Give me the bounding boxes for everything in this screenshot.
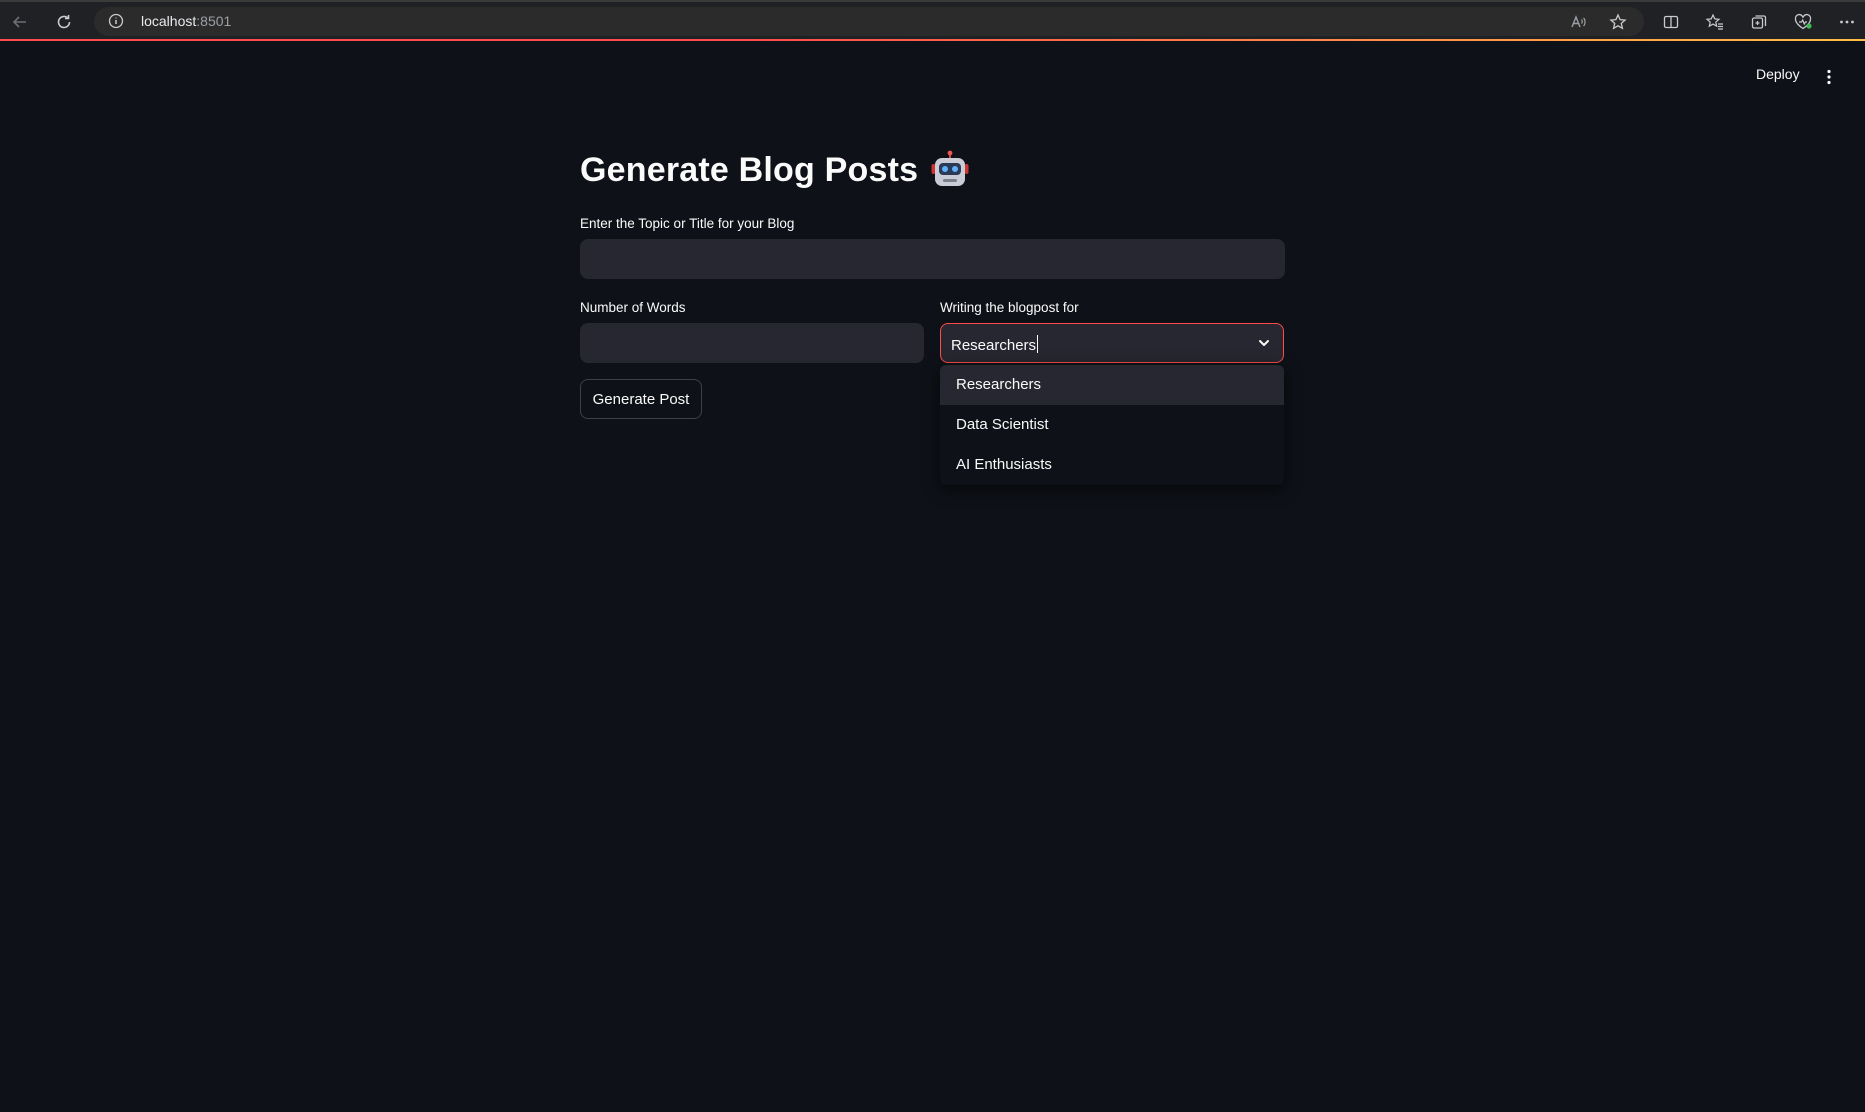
audience-selected-value[interactable]: Researchers [951, 335, 1039, 354]
audience-label: Writing the blogpost for [940, 300, 1079, 315]
split-screen-icon[interactable] [1660, 11, 1682, 33]
main-menu-icon[interactable] [1820, 66, 1838, 88]
browser-essentials-icon[interactable] [1792, 11, 1814, 33]
words-label: Number of Words [580, 300, 686, 315]
browser-toolbar: localhost:8501 [0, 0, 1865, 41]
dropdown-option-data-scientist[interactable]: Data Scientist [940, 405, 1284, 445]
info-icon[interactable] [108, 13, 124, 29]
dropdown-option-ai-enthusiasts[interactable]: AI Enthusiasts [940, 445, 1284, 485]
refresh-icon[interactable] [52, 10, 76, 34]
address-bar[interactable]: localhost:8501 [94, 7, 1644, 36]
collections-icon[interactable] [1748, 11, 1770, 33]
more-options-icon[interactable] [1836, 11, 1858, 33]
page-title: Generate Blog Posts [580, 150, 970, 190]
audience-dropdown-menu: Researchers Data Scientist AI Enthusiast… [940, 365, 1284, 485]
generate-post-button[interactable]: Generate Post [580, 379, 702, 419]
words-input[interactable] [580, 323, 924, 363]
url-text: localhost:8501 [141, 13, 232, 29]
page-title-text: Generate Blog Posts [580, 150, 919, 189]
topic-label: Enter the Topic or Title for your Blog [580, 216, 795, 231]
audience-select[interactable]: Researchers [940, 323, 1284, 363]
chevron-down-icon[interactable] [1255, 334, 1273, 352]
dropdown-option-researchers[interactable]: Researchers [940, 365, 1284, 405]
loading-bar [0, 39, 1865, 41]
read-aloud-icon[interactable] [1568, 12, 1588, 32]
favorites-icon[interactable] [1704, 11, 1726, 33]
topic-input[interactable] [580, 239, 1285, 279]
deploy-button[interactable]: Deploy [1748, 66, 1808, 88]
robot-icon [930, 150, 970, 190]
favorite-star-icon[interactable] [1608, 12, 1628, 32]
back-icon[interactable] [8, 10, 32, 34]
